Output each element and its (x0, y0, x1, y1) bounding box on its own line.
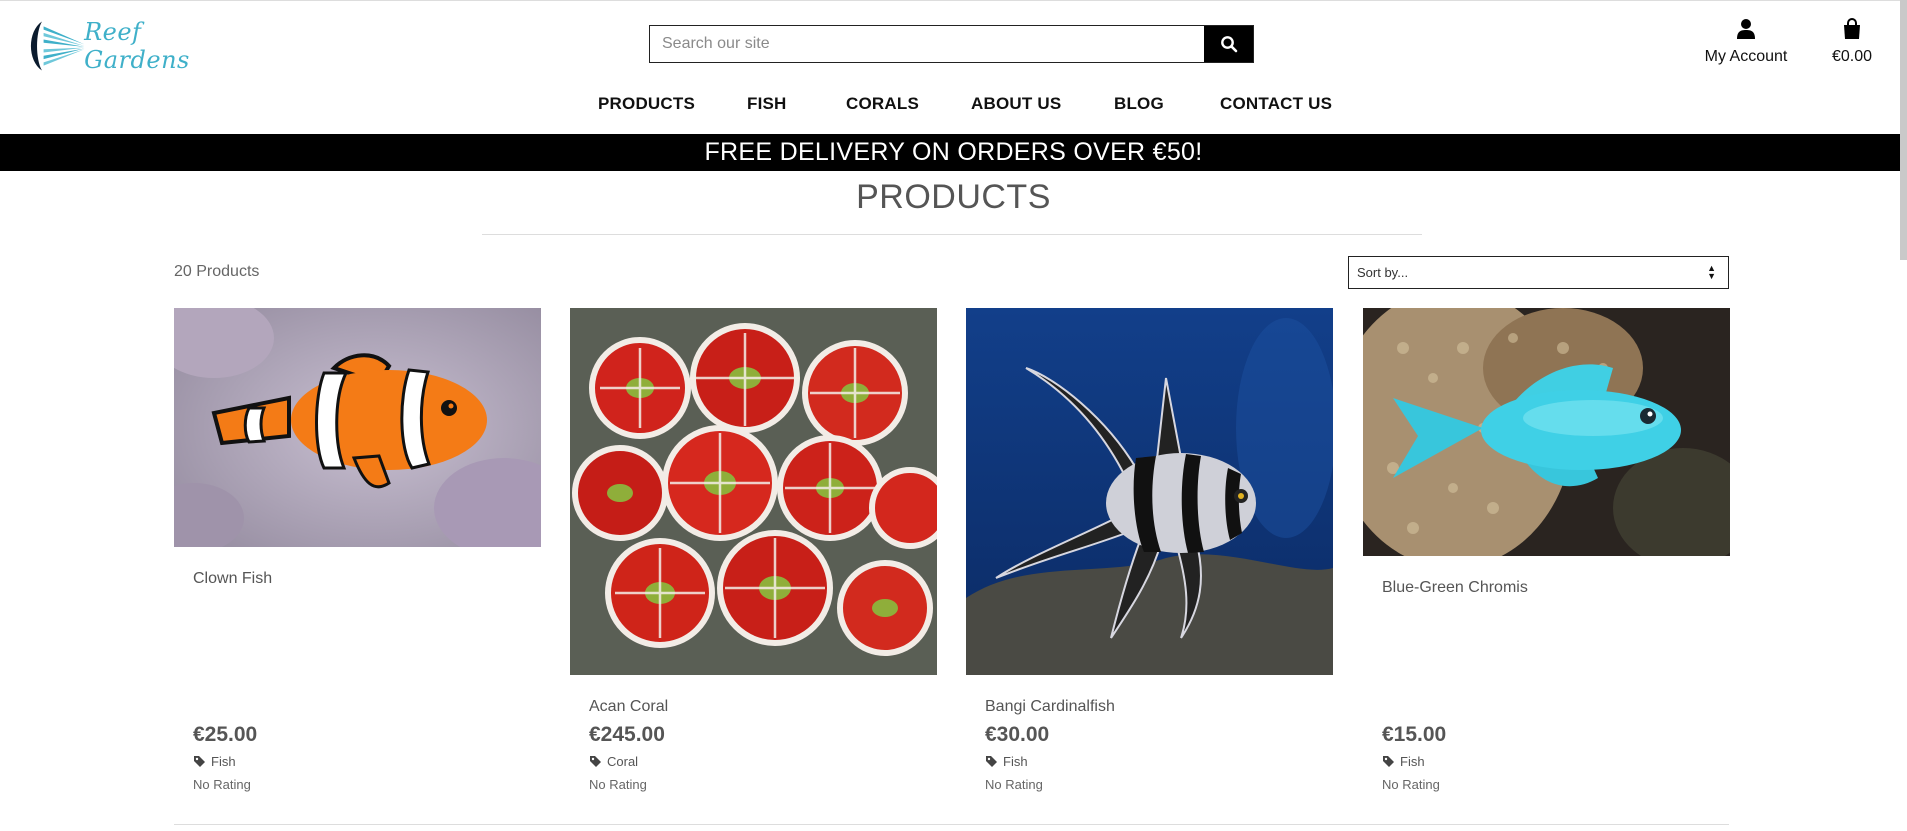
product-price: €15.00 (1382, 723, 1447, 746)
cardinalfish-image (966, 308, 1333, 675)
tag-icon (1383, 756, 1394, 767)
product-name[interactable]: Blue-Green Chromis (1382, 579, 1528, 597)
cart-total: €0.00 (1831, 48, 1873, 65)
acan-coral-image (570, 308, 937, 675)
tag-icon (194, 756, 205, 767)
delivery-banner-text: FREE DELIVERY ON ORDERS OVER €50! (704, 138, 1203, 166)
cart-link[interactable]: €0.00 (1826, 18, 1878, 66)
chromis-image (1363, 308, 1730, 556)
sort-arrows-icon: ▲ ▼ (1707, 263, 1716, 281)
product-price: €25.00 (193, 723, 258, 746)
product-rating: No Rating (193, 777, 251, 792)
main-nav: PRODUCTS FISH CORALS ABOUT US BLOG CONTA… (0, 94, 1907, 120)
sort-select[interactable]: Sort by... ▲ ▼ (1348, 256, 1729, 289)
product-card: Bangi Cardinalfish €30.00 Fish No Rating (966, 308, 1333, 798)
nav-corals[interactable]: CORALS (846, 94, 919, 114)
title-divider (482, 234, 1422, 235)
sort-selected-value: Sort by... (1357, 265, 1409, 280)
product-image[interactable] (174, 308, 541, 547)
nav-products[interactable]: PRODUCTS (598, 94, 695, 114)
product-card: Clown Fish €25.00 Fish No Rating (174, 308, 541, 798)
product-card: Blue-Green Chromis €15.00 Fish No Rating (1363, 308, 1730, 798)
clownfish-image (174, 308, 541, 547)
product-category[interactable]: Coral (589, 754, 638, 769)
product-rating: No Rating (589, 777, 647, 792)
products-divider (174, 824, 1729, 825)
my-account-label: My Account (1704, 48, 1788, 65)
logo[interactable]: Reef Gardens (24, 14, 224, 78)
product-name[interactable]: Clown Fish (193, 570, 272, 588)
tag-icon (590, 756, 601, 767)
search-icon (1220, 36, 1237, 53)
product-image[interactable] (570, 308, 937, 675)
product-count: 20 Products (174, 263, 260, 280)
nav-fish[interactable]: FISH (747, 94, 787, 114)
search-button[interactable] (1204, 26, 1253, 62)
top-border (0, 0, 1907, 1)
logo-fish-icon (30, 21, 85, 71)
product-card: Acan Coral €245.00 Coral No Rating (570, 308, 937, 798)
my-account-link[interactable]: My Account (1700, 18, 1792, 66)
product-image[interactable] (966, 308, 1333, 675)
nav-about-us[interactable]: ABOUT US (971, 94, 1061, 114)
page-scrollbar[interactable] (1900, 0, 1907, 260)
product-category[interactable]: Fish (193, 754, 236, 769)
product-image[interactable] (1363, 308, 1730, 556)
delivery-banner: FREE DELIVERY ON ORDERS OVER €50! (0, 134, 1907, 171)
product-category[interactable]: Fish (1382, 754, 1425, 769)
product-rating: No Rating (985, 777, 1043, 792)
product-price: €30.00 (985, 723, 1050, 746)
shopping-bag-icon (1844, 18, 1860, 39)
product-rating: No Rating (1382, 777, 1440, 792)
product-name[interactable]: Acan Coral (589, 698, 668, 716)
product-category-label: Fish (1003, 754, 1028, 769)
nav-blog[interactable]: BLOG (1114, 94, 1164, 114)
product-category-label: Fish (211, 754, 236, 769)
user-icon (1737, 19, 1755, 39)
tag-icon (986, 756, 997, 767)
page-title: PRODUCTS (856, 178, 1051, 216)
product-category-label: Coral (607, 754, 639, 769)
nav-contact-us[interactable]: CONTACT US (1220, 94, 1332, 114)
product-price: €245.00 (589, 723, 665, 746)
search-input[interactable] (650, 26, 1204, 62)
product-category-label: Fish (1400, 754, 1425, 769)
product-name[interactable]: Bangi Cardinalfish (985, 698, 1115, 716)
product-category[interactable]: Fish (985, 754, 1028, 769)
logo-text: Reef Gardens (84, 18, 190, 74)
search-bar (649, 25, 1254, 63)
